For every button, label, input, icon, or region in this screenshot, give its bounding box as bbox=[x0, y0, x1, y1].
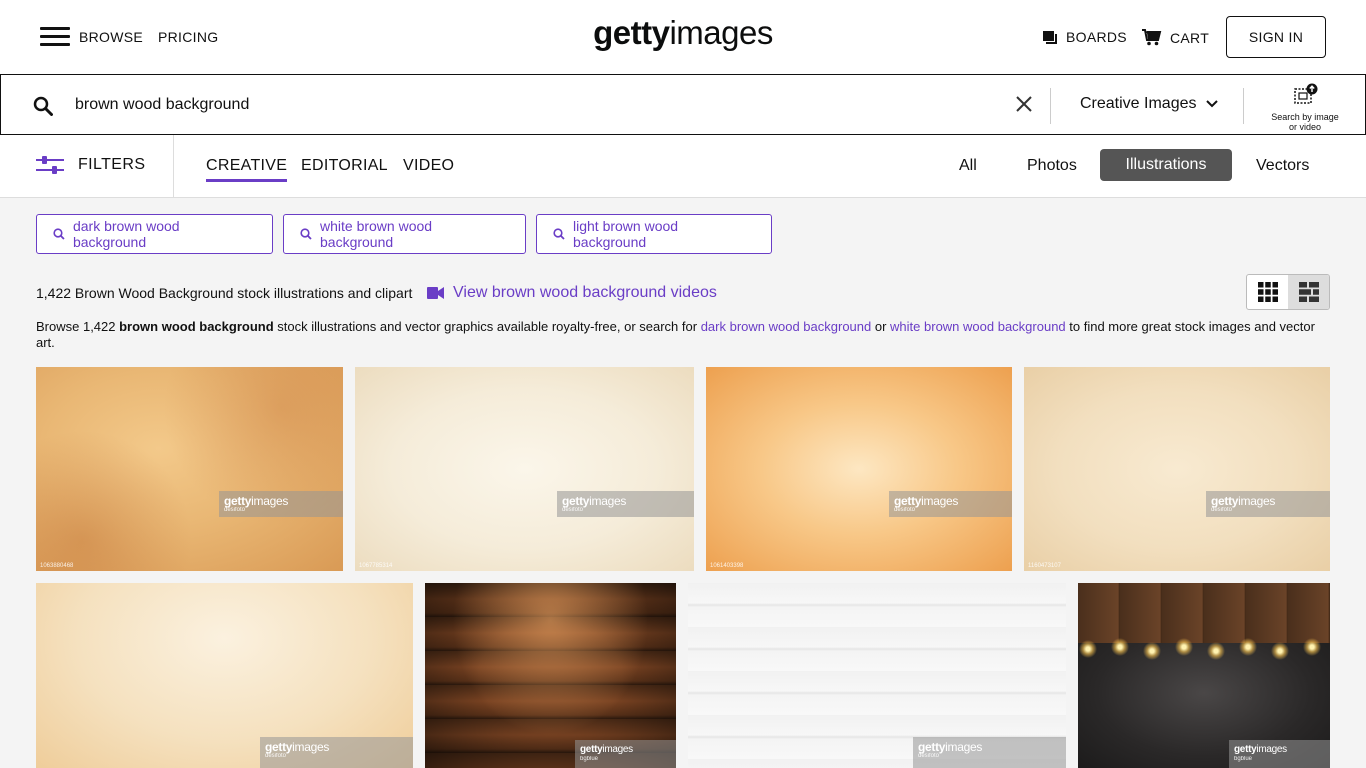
image-tile[interactable]: gettyimages desifoto bbox=[36, 583, 413, 768]
video-camera-icon bbox=[427, 287, 444, 299]
mosaic-icon bbox=[1298, 282, 1319, 302]
view-toggle bbox=[1246, 274, 1330, 310]
search-by-image-line1: Search by image bbox=[1271, 112, 1339, 122]
filters-label: FILTERS bbox=[78, 156, 146, 173]
search-divider bbox=[1243, 88, 1244, 124]
related-search-label: dark brown wood background bbox=[72, 218, 180, 250]
chevron-down-icon bbox=[1205, 100, 1218, 108]
image-tile[interactable]: gettyimages desifoto 1067785314 bbox=[355, 367, 694, 571]
image-credit: desifoto bbox=[224, 507, 246, 513]
related-search-label: white brown wood background bbox=[320, 218, 433, 250]
search-bar: Creative Images Search by image or video bbox=[0, 74, 1366, 135]
watermark: gettyimages desifoto bbox=[913, 737, 1066, 768]
tab-video[interactable]: VIDEO bbox=[403, 157, 454, 179]
logo-regular-text: images bbox=[669, 14, 773, 51]
image-id: 1063880468 bbox=[40, 563, 74, 569]
image-tile[interactable]: gettyimages desifoto 1160473107 bbox=[1024, 367, 1330, 571]
desc-link-dark[interactable]: dark brown wood background bbox=[701, 319, 872, 334]
cart-label: CART bbox=[1170, 29, 1210, 46]
desc-mid2: or bbox=[871, 319, 891, 334]
desc-prefix: Browse 1,422 bbox=[36, 319, 120, 334]
image-credit: bgblue bbox=[1234, 756, 1253, 762]
desc-mid1: stock illustrations and vector graphics … bbox=[273, 319, 701, 334]
mosaic-view-button[interactable] bbox=[1288, 275, 1329, 309]
watermark: gettyimages desifoto bbox=[889, 491, 1012, 517]
boards-icon bbox=[1043, 30, 1057, 44]
results-count: 1,422 Brown Wood Background stock illust… bbox=[36, 285, 413, 301]
search-icon bbox=[553, 228, 565, 240]
watermark: gettyimages desifoto bbox=[219, 491, 343, 517]
desc-bold: brown wood background bbox=[119, 319, 274, 334]
image-id: 1160473107 bbox=[1028, 563, 1061, 569]
site-header: BROWSE PRICING gettyimages BOARDS CART S… bbox=[0, 0, 1366, 74]
asset-type-label: Creative Images bbox=[1080, 95, 1197, 112]
grid-icon bbox=[1257, 282, 1278, 302]
watermark-logo: gettyimages bbox=[894, 494, 959, 508]
sign-in-button[interactable]: SIGN IN bbox=[1226, 16, 1326, 58]
boards-link[interactable]: BOARDS bbox=[1042, 29, 1127, 45]
media-tab-photos[interactable]: Photos bbox=[1027, 157, 1077, 175]
media-tab-illustrations[interactable]: Illustrations bbox=[1100, 149, 1232, 181]
desc-link-white[interactable]: white brown wood background bbox=[890, 319, 1066, 334]
image-id: 1067785314 bbox=[359, 563, 393, 569]
watermark: gettyimages desifoto bbox=[557, 491, 694, 517]
cart-link[interactable]: CART bbox=[1142, 29, 1209, 46]
image-tile[interactable]: gettyimages bgblue bbox=[1078, 583, 1330, 768]
search-input[interactable] bbox=[75, 87, 975, 123]
browse-description: Browse 1,422 brown wood background stock… bbox=[36, 319, 1331, 351]
media-tab-all[interactable]: All bbox=[959, 157, 977, 175]
filter-bar: FILTERS CREATIVE EDITORIAL VIDEO All Pho… bbox=[0, 135, 1366, 198]
image-credit: desifoto bbox=[562, 507, 584, 513]
watermark: gettyimages desifoto bbox=[1206, 491, 1330, 517]
sliders-icon bbox=[36, 156, 64, 174]
related-search-chip[interactable]: dark brown wood background bbox=[36, 214, 273, 254]
string-lights bbox=[1078, 635, 1330, 665]
search-divider bbox=[1050, 88, 1051, 124]
media-tab-vectors[interactable]: Vectors bbox=[1256, 157, 1309, 175]
cart-icon bbox=[1142, 29, 1162, 46]
related-search-label: light brown wood background bbox=[573, 218, 679, 250]
watermark-logo: gettyimages bbox=[1234, 744, 1287, 755]
search-icon bbox=[300, 228, 312, 240]
wood-strip bbox=[1078, 583, 1330, 643]
image-texture bbox=[36, 367, 343, 571]
logo-bold-text: getty bbox=[593, 14, 670, 51]
tab-creative[interactable]: CREATIVE bbox=[206, 157, 288, 182]
image-tile[interactable]: gettyimages desifoto bbox=[688, 583, 1066, 768]
watermark: gettyimages bgblue bbox=[1229, 740, 1330, 768]
grid-view-button[interactable] bbox=[1247, 275, 1288, 309]
related-search-chip[interactable]: light brown wood background bbox=[536, 214, 772, 254]
boards-label: BOARDS bbox=[1066, 29, 1127, 45]
filter-divider bbox=[173, 135, 174, 198]
image-credit: desifoto bbox=[918, 753, 940, 759]
watermark-logo: gettyimages bbox=[265, 740, 330, 754]
watermark-logo: gettyimages bbox=[580, 744, 633, 755]
watermark-logo: gettyimages bbox=[224, 494, 289, 508]
image-credit: desifoto bbox=[894, 507, 916, 513]
view-videos-link[interactable]: View brown wood background videos bbox=[427, 284, 717, 302]
view-videos-label: View brown wood background videos bbox=[453, 284, 717, 301]
watermark-logo: gettyimages bbox=[562, 494, 627, 508]
image-credit: desifoto bbox=[1211, 507, 1233, 513]
image-tile[interactable]: gettyimages desifoto 1063880468 bbox=[36, 367, 343, 571]
search-icon bbox=[53, 228, 65, 240]
search-icon[interactable] bbox=[33, 96, 53, 116]
search-by-image-line2: or video bbox=[1288, 122, 1322, 132]
search-by-image-button[interactable]: Search by image or video bbox=[1259, 83, 1351, 132]
clear-search-icon[interactable] bbox=[1015, 95, 1033, 113]
related-search-chip[interactable]: white brown wood background bbox=[283, 214, 526, 254]
image-tile[interactable]: gettyimages desifoto 1061403398 bbox=[706, 367, 1012, 571]
watermark: gettyimages bgblue bbox=[575, 740, 676, 768]
watermark-logo: gettyimages bbox=[1211, 494, 1276, 508]
asset-type-dropdown[interactable]: Creative Images bbox=[1080, 95, 1219, 113]
tab-editorial[interactable]: EDITORIAL bbox=[301, 157, 388, 179]
watermark-logo: gettyimages bbox=[918, 740, 983, 754]
image-credit: bgblue bbox=[580, 756, 599, 762]
image-upload-icon bbox=[1294, 83, 1318, 104]
filters-button[interactable]: FILTERS bbox=[36, 156, 145, 174]
image-credit: desifoto bbox=[265, 753, 287, 759]
image-id: 1061403398 bbox=[710, 563, 744, 569]
image-tile[interactable]: gettyimages bgblue bbox=[425, 583, 676, 768]
watermark: gettyimages desifoto bbox=[260, 737, 413, 768]
